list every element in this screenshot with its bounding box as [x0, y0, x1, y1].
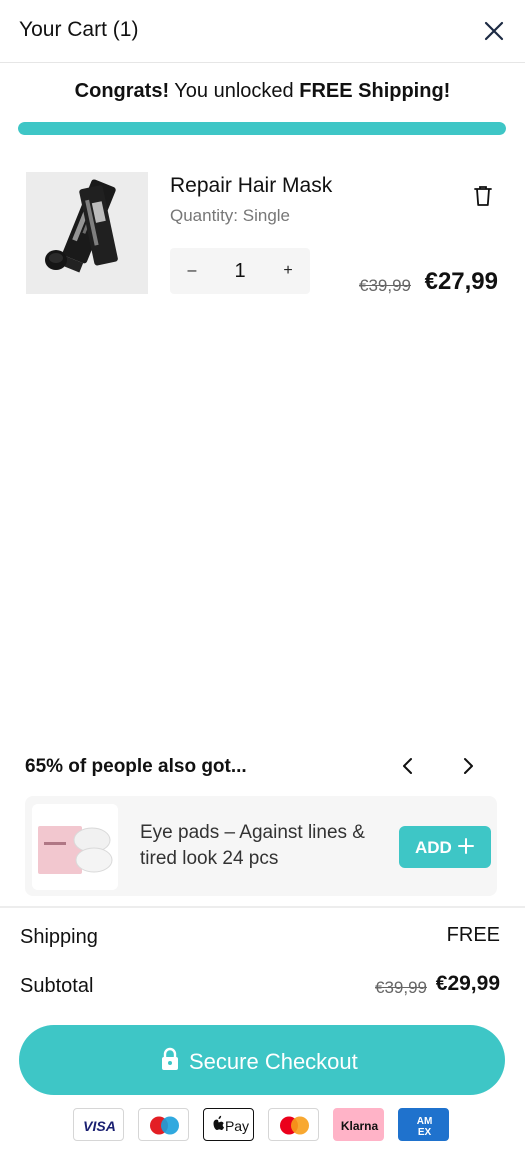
upsell-product-card: Eye pads – Against lines & tired look 24… [25, 796, 497, 896]
amex-icon: AM EX [398, 1108, 449, 1141]
subtotal-original: €39,99 [375, 978, 427, 997]
product-name[interactable]: Repair Hair Mask [170, 174, 332, 198]
product-image[interactable] [26, 172, 148, 294]
apple-pay-icon: Pay [203, 1108, 254, 1141]
svg-text:VISA: VISA [83, 1118, 116, 1134]
shipping-progress-bar [18, 122, 506, 135]
promo-free-shipping: FREE Shipping! [299, 80, 451, 102]
svg-text:AM: AM [417, 1116, 433, 1127]
free-shipping-message: Congrats! You unlocked FREE Shipping! [0, 80, 525, 103]
promo-congrats: Congrats! [74, 80, 170, 102]
shipping-progress-fill [18, 122, 506, 135]
upsell-product-image[interactable] [32, 804, 118, 890]
mastercard-icon [268, 1108, 319, 1141]
original-price: €39,99 [359, 276, 411, 295]
sale-price: €27,99 [424, 268, 498, 295]
chevron-left-icon[interactable] [396, 754, 420, 778]
subtotal-label: Subtotal [20, 975, 94, 997]
svg-text:Klarna: Klarna [341, 1119, 379, 1133]
add-button-label: ADD [415, 838, 452, 857]
maestro-icon [138, 1108, 189, 1141]
cart-title: Your Cart (1) [19, 18, 139, 41]
add-upsell-button[interactable]: ADD [399, 826, 491, 868]
summary-divider [0, 906, 525, 908]
checkout-label: Secure Checkout [189, 1049, 358, 1074]
cart-item: Repair Hair Mask Quantity: Single – 1 + … [0, 170, 525, 300]
upsell-heading: 65% of people also got... [25, 756, 247, 777]
quantity-stepper: – 1 + [170, 248, 310, 294]
cart-header: Your Cart (1) [0, 0, 525, 63]
payment-methods: VISA Pay Klarna AM EX [73, 1108, 453, 1142]
shipping-value: FREE [446, 924, 500, 946]
chevron-right-icon[interactable] [456, 754, 480, 778]
product-variant: Quantity: Single [170, 206, 291, 225]
subtotal-value: €29,99 [435, 972, 500, 995]
promo-middle: You unlocked [169, 80, 300, 102]
klarna-icon: Klarna [333, 1108, 384, 1141]
plus-icon [458, 838, 474, 854]
lock-icon [162, 1047, 178, 1070]
increase-quantity-button[interactable]: + [268, 248, 308, 294]
svg-text:EX: EX [418, 1127, 432, 1138]
visa-icon: VISA [73, 1108, 124, 1141]
secure-checkout-button[interactable]: Secure Checkout [19, 1025, 505, 1095]
upsell-product-name[interactable]: Eye pads – Against lines & tired look 24… [140, 820, 385, 872]
quantity-value[interactable]: 1 [210, 248, 270, 294]
trash-icon[interactable] [472, 184, 494, 208]
decrease-quantity-button[interactable]: – [172, 248, 212, 294]
shipping-label: Shipping [20, 926, 98, 948]
apple-pay-text: Pay [225, 1118, 249, 1134]
close-icon[interactable] [483, 20, 505, 42]
